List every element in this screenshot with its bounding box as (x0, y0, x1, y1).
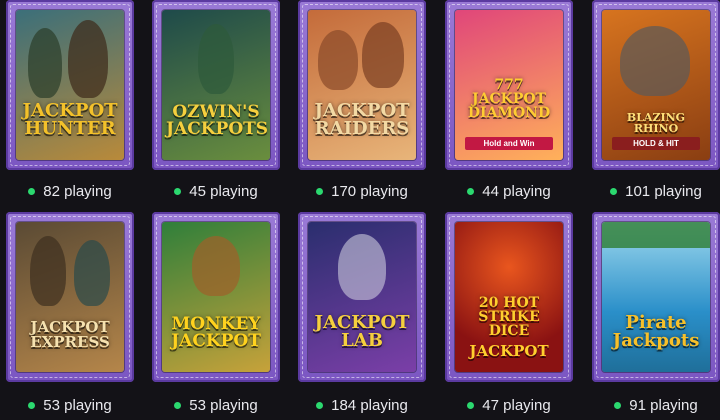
game-artwork: OZWIN'S JACKPOTS (162, 10, 270, 160)
player-count: 45 playing (146, 182, 286, 200)
online-indicator-icon (174, 401, 182, 409)
game-tile-20-hot-strike-dice-jackpot[interactable]: 20 HOT STRIKE DICE JACKPOT (445, 212, 573, 382)
game-artwork: 20 HOT STRIKE DICE JACKPOT (455, 222, 563, 372)
game-title: Pirate Jackpots (612, 312, 700, 351)
game-artwork: JACKPOT LAB (308, 222, 416, 372)
game-subtitle: Hold and Win (465, 137, 553, 150)
game-subtitle: HOLD & HIT (612, 137, 700, 150)
online-indicator-icon (174, 187, 182, 195)
player-count: 82 playing (0, 182, 140, 200)
online-indicator-icon (28, 401, 36, 409)
player-count: 184 playing (292, 396, 432, 414)
player-count: 47 playing (439, 396, 579, 414)
game-title: OZWIN'S JACKPOTS (166, 102, 269, 139)
game-tile-jackpot-raiders[interactable]: JACKPOT RAIDERS (298, 0, 426, 170)
game-title: JACKPOT RAIDERS (314, 100, 410, 139)
player-count: 53 playing (0, 396, 140, 414)
game-tile-jackpot-lab[interactable]: JACKPOT LAB (298, 212, 426, 382)
player-count: 170 playing (292, 182, 432, 200)
online-indicator-icon (28, 187, 36, 195)
game-subtitle: JACKPOT (469, 342, 549, 360)
game-artwork: JACKPOT HUNTER (16, 10, 124, 160)
game-title: JACKPOT HUNTER (22, 100, 118, 139)
online-indicator-icon (614, 401, 622, 409)
game-tile-ozwins-jackpots[interactable]: OZWIN'S JACKPOTS (152, 0, 280, 170)
player-count: 53 playing (146, 396, 286, 414)
game-title: MONKEY JACKPOT (171, 314, 261, 351)
game-artwork: 777 JACKPOT DIAMOND Hold and Win (455, 10, 563, 160)
game-artwork: JACKPOT RAIDERS (308, 10, 416, 160)
game-tile-777-jackpot-diamond[interactable]: 777 JACKPOT DIAMOND Hold and Win (445, 0, 573, 170)
game-title: 777 JACKPOT DIAMOND (467, 77, 551, 121)
game-artwork: Pirate Jackpots (602, 222, 710, 372)
online-indicator-icon (316, 401, 324, 409)
game-tile-blazing-rhino[interactable]: BLAZING RHINO HOLD & HIT (592, 0, 720, 170)
game-tile-jackpot-hunter[interactable]: JACKPOT HUNTER (6, 0, 134, 170)
online-indicator-icon (610, 187, 618, 195)
online-indicator-icon (467, 187, 475, 195)
game-title: 20 HOT STRIKE DICE (478, 295, 540, 339)
game-title: BLAZING RHINO (626, 111, 686, 135)
game-title: JACKPOT LAB (314, 312, 410, 351)
player-count: 101 playing (586, 182, 720, 200)
game-tile-jackpot-express[interactable]: JACKPOT EXPRESS (6, 212, 134, 382)
game-artwork: BLAZING RHINO HOLD & HIT (602, 10, 710, 160)
game-artwork: MONKEY JACKPOT (162, 222, 270, 372)
player-count: 44 playing (439, 182, 579, 200)
game-tile-monkey-jackpot[interactable]: MONKEY JACKPOT (152, 212, 280, 382)
online-indicator-icon (467, 401, 475, 409)
player-count: 91 playing (586, 396, 720, 414)
online-indicator-icon (316, 187, 324, 195)
game-title: JACKPOT EXPRESS (30, 318, 110, 351)
game-artwork: JACKPOT EXPRESS (16, 222, 124, 372)
game-tile-pirate-jackpots[interactable]: Pirate Jackpots (592, 212, 720, 382)
